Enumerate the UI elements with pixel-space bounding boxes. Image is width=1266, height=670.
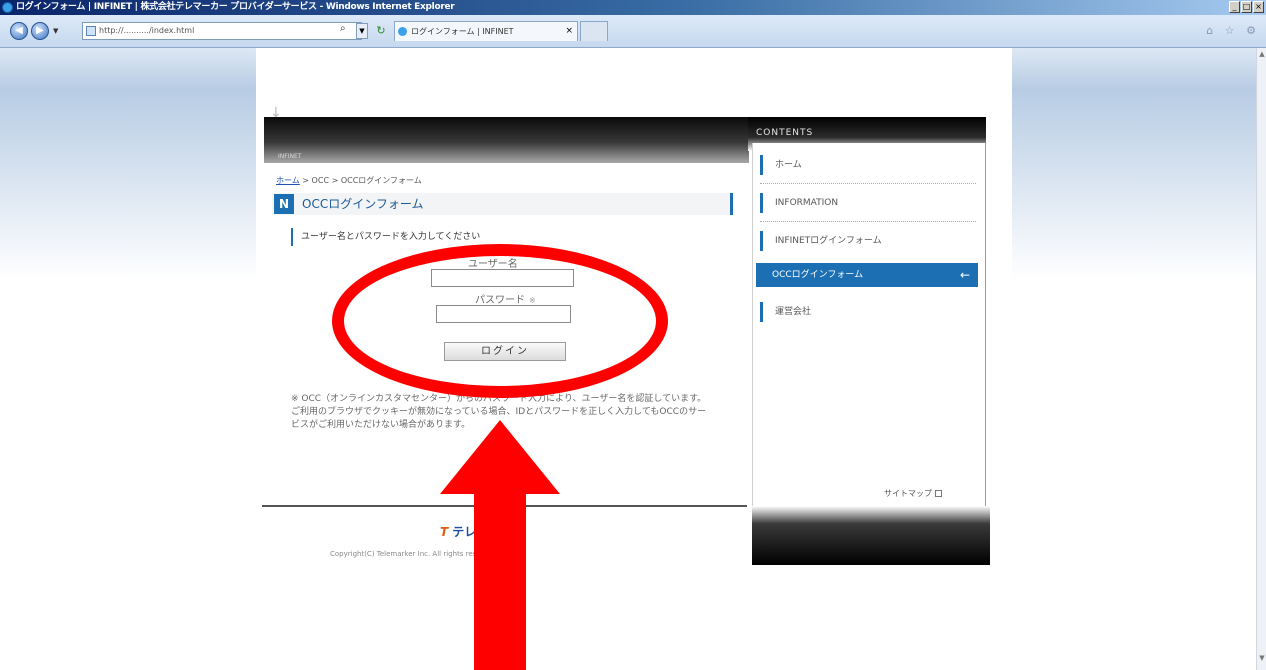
address-text: http://........../index.html	[99, 26, 195, 35]
tab-title: ログインフォーム | INFINET	[411, 27, 514, 36]
header-subtitle: INFINET	[278, 153, 302, 160]
left-arrow-icon: ←	[959, 268, 970, 282]
new-tab-button[interactable]	[580, 21, 608, 41]
sidebar-divider	[760, 221, 976, 222]
header-band: INFINET	[264, 117, 749, 163]
search-icon[interactable]: ⌕	[340, 23, 346, 34]
sidebar-item-infinet-login[interactable]: INFINETログインフォーム	[760, 231, 976, 251]
sidebar-item-information[interactable]: INFORMATION	[760, 193, 976, 213]
history-dropdown-icon[interactable]: ▼	[53, 27, 58, 35]
sidebar-item-occ-login[interactable]: OCCログインフォーム ←	[756, 263, 978, 287]
browser-toolbar: ◀ ▶ ▼ http://........../index.html ⌕ ▼ ↻…	[0, 15, 1266, 48]
sitemap-label: サイトマップ	[884, 489, 932, 498]
maximize-button[interactable]: □	[1241, 1, 1252, 13]
sitemap-icon	[935, 490, 942, 497]
sidebar-item-company[interactable]: 運営会社	[760, 302, 976, 322]
page-title: OCCログインフォーム	[302, 197, 424, 211]
background-left	[0, 48, 256, 565]
sidebar-item-label: OCCログインフォーム	[772, 270, 864, 280]
minimize-button[interactable]: _	[1229, 1, 1240, 13]
address-bar[interactable]: http://........../index.html	[82, 22, 362, 40]
sitemap-link[interactable]: サイトマップ	[884, 488, 942, 499]
ie-logo-icon	[2, 2, 13, 13]
toolbar-right-icons[interactable]: ⌂ ☆ ⚙	[1206, 24, 1260, 37]
tab-favicon-icon	[398, 27, 407, 36]
background-right	[1012, 48, 1256, 565]
breadcrumb-trail: > OCC > OCCログインフォーム	[299, 176, 422, 185]
sidebar-footer	[752, 506, 990, 565]
sidebar-title: CONTENTS	[756, 128, 814, 138]
heading-badge-icon: N	[274, 194, 294, 214]
vertical-scrollbar[interactable]: ▲ ▼	[1256, 48, 1266, 670]
address-dropdown-icon[interactable]: ▼	[356, 23, 368, 39]
scroll-down-icon[interactable]: ▼	[1257, 652, 1266, 664]
scroll-up-icon[interactable]: ▲	[1257, 48, 1266, 60]
close-window-button[interactable]: ×	[1253, 1, 1264, 13]
annotation-arrow-icon	[440, 420, 560, 670]
forward-arrow-icon[interactable]: ▶	[31, 22, 49, 40]
down-arrow-icon: ↓	[270, 105, 282, 121]
annotation-ellipse	[332, 244, 668, 398]
page-heading: N OCCログインフォーム	[272, 193, 733, 215]
sidebar-divider	[760, 183, 976, 184]
sidebar-item-home[interactable]: ホーム	[760, 155, 976, 175]
back-arrow-icon[interactable]: ◀	[10, 22, 28, 40]
window-title: ログインフォーム | INFINET | 株式会社テレマーカー プロバイダーサー…	[16, 2, 455, 12]
window-controls: _ □ ×	[1229, 1, 1264, 13]
page-icon	[86, 26, 96, 36]
browser-tab[interactable]: ログインフォーム | INFINET ×	[394, 21, 578, 41]
breadcrumb-home-link[interactable]: ホーム	[276, 176, 300, 185]
tab-close-icon[interactable]: ×	[565, 22, 573, 41]
breadcrumb: ホーム > OCC > OCCログインフォーム	[276, 175, 422, 186]
refresh-icon[interactable]: ↻	[373, 23, 389, 39]
window-titlebar: ログインフォーム | INFINET | 株式会社テレマーカー プロバイダーサー…	[0, 0, 1266, 15]
